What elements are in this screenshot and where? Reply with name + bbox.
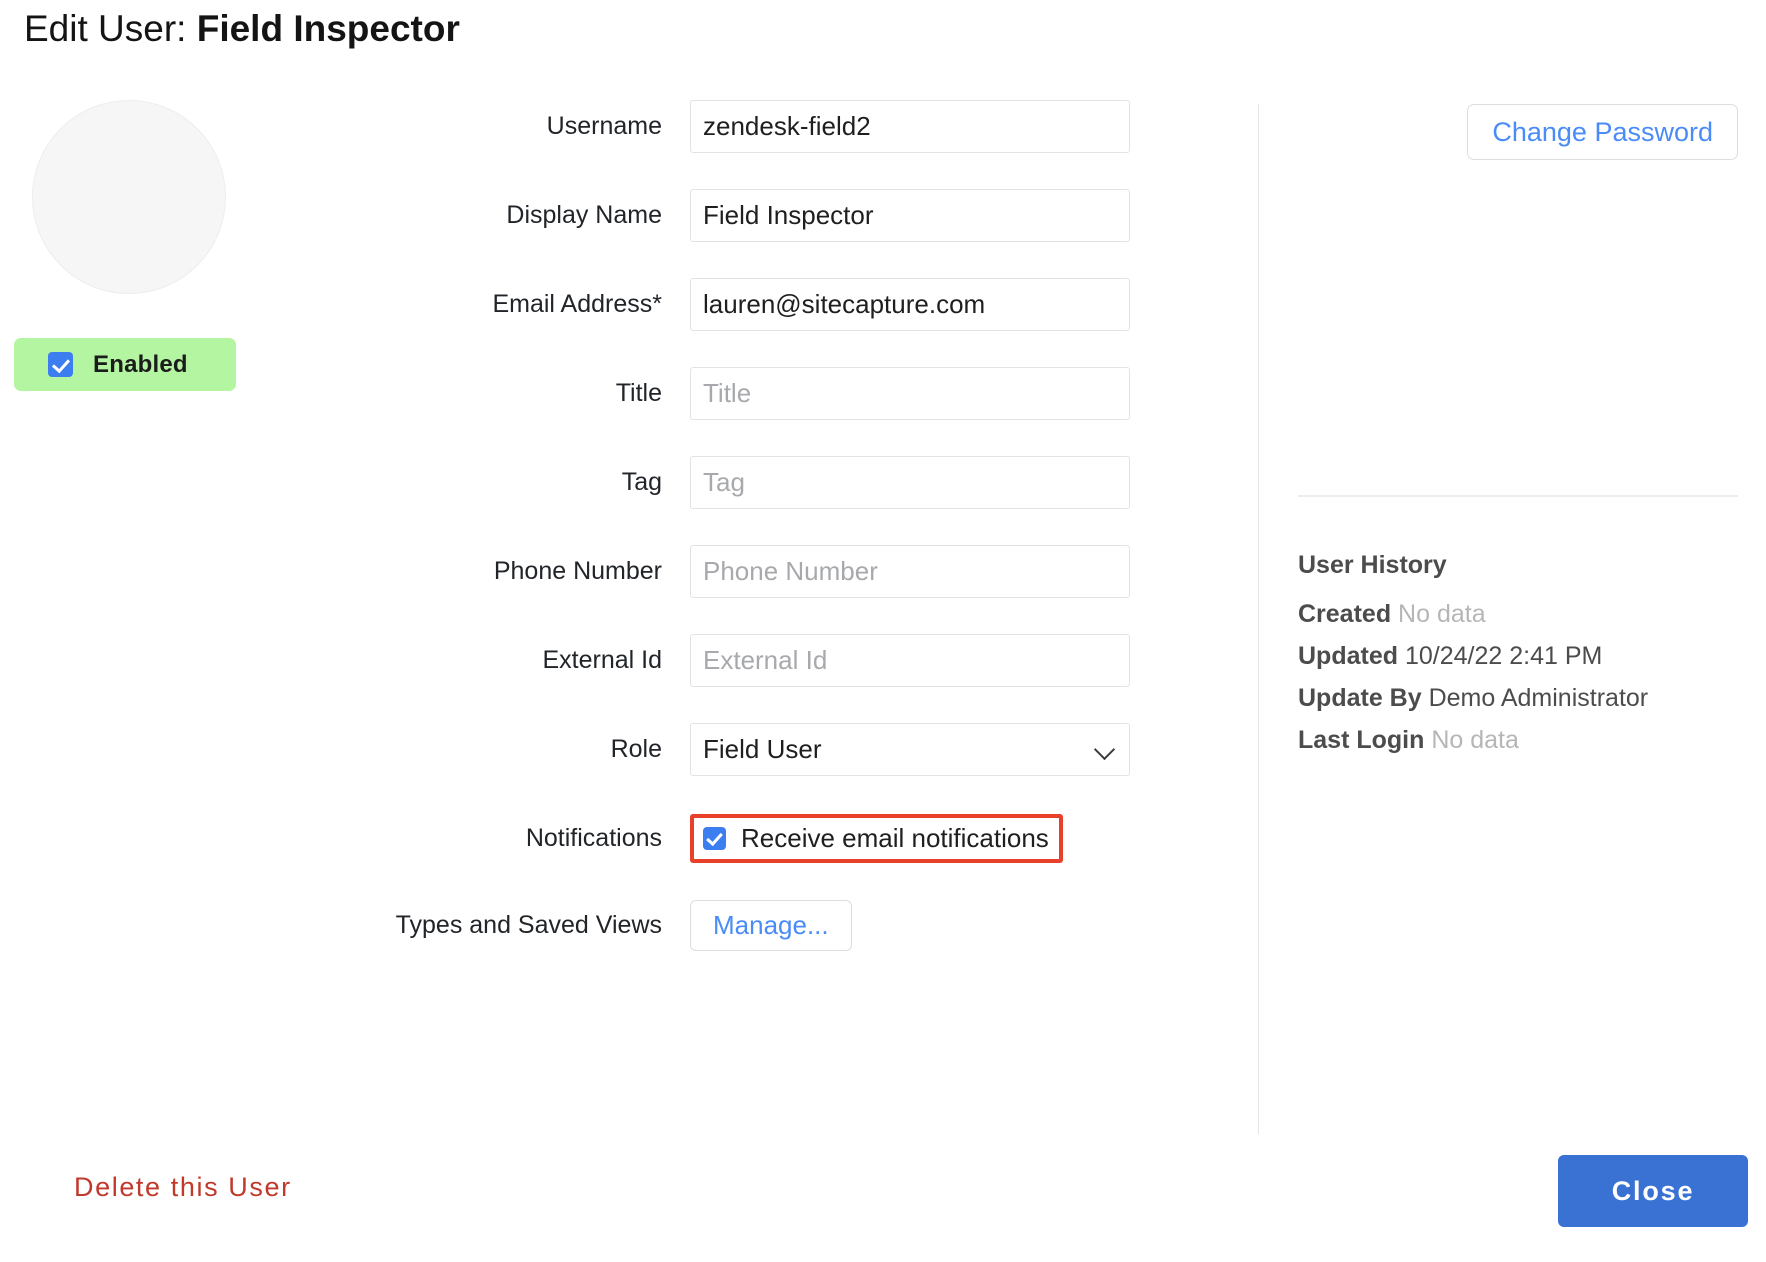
vertical-divider: [1258, 104, 1259, 1134]
form-row-display-name: Display Name: [0, 189, 1180, 242]
form-row-notifications: Notifications Receive email notification…: [0, 812, 1180, 865]
history-row-updated: Updated 10/24/22 2:41 PM: [1298, 642, 1738, 671]
history-label-last-login: Last Login: [1298, 726, 1425, 754]
receive-email-notifications-label: Receive email notifications: [741, 823, 1049, 853]
form-row-username: Username: [0, 100, 1180, 153]
label-notifications: Notifications: [525, 824, 662, 852]
notifications-highlight-box: Receive email notifications: [690, 814, 1063, 863]
form-row-role: Role: [0, 723, 1180, 776]
history-value-update-by: Demo Administrator: [1428, 684, 1649, 712]
label-types-and-saved-views: Types and Saved Views: [395, 911, 662, 939]
form-row-types-saved-views: Types and Saved Views Manage...: [0, 899, 1180, 952]
role-select-value[interactable]: [690, 723, 1130, 776]
label-role: Role: [610, 735, 662, 763]
form-row-phone: Phone Number: [0, 545, 1180, 598]
username-input[interactable]: [690, 100, 1130, 153]
user-history-title: User History: [1298, 551, 1447, 579]
delete-this-user-link[interactable]: Delete this User: [74, 1172, 292, 1203]
close-button[interactable]: Close: [1558, 1155, 1748, 1227]
tag-input[interactable]: [690, 456, 1130, 509]
label-phone-number: Phone Number: [493, 557, 662, 585]
history-row-last-login: Last Login No data: [1298, 726, 1738, 755]
change-password-row: Change Password: [1298, 104, 1738, 160]
history-label-update-by: Update By: [1298, 684, 1422, 712]
page-title: Edit User: Field Inspector: [24, 8, 460, 50]
history-row-created: Created No data: [1298, 600, 1738, 629]
user-history-section: User History Created No data Updated 10/…: [1298, 551, 1738, 755]
history-label-updated: Updated: [1298, 642, 1398, 670]
form-row-external-id: External Id: [0, 634, 1180, 687]
receive-email-notifications-checkbox[interactable]: [703, 827, 726, 850]
label-tag: Tag: [621, 468, 662, 496]
side-panel-divider: [1298, 495, 1738, 497]
form-row-title: Title: [0, 367, 1180, 420]
label-display-name: Display Name: [506, 201, 662, 229]
side-panel: Change Password User History Created No …: [1298, 104, 1738, 768]
form-row-email: Email Address*: [0, 278, 1180, 331]
role-select[interactable]: [690, 723, 1130, 776]
change-password-button[interactable]: Change Password: [1467, 104, 1738, 160]
history-value-updated: 10/24/22 2:41 PM: [1404, 642, 1603, 670]
label-username: Username: [546, 112, 662, 140]
user-form: Username Display Name Email Address* Tit…: [0, 100, 1180, 988]
page-title-username: Field Inspector: [196, 8, 460, 49]
manage-types-views-button[interactable]: Manage...: [690, 900, 852, 951]
phone-number-input[interactable]: [690, 545, 1130, 598]
label-external-id: External Id: [542, 646, 662, 674]
history-label-created: Created: [1298, 600, 1392, 628]
label-email-address: Email Address*: [492, 290, 662, 318]
title-input[interactable]: [690, 367, 1130, 420]
history-value-last-login: No data: [1431, 726, 1519, 754]
history-row-update-by: Update By Demo Administrator: [1298, 684, 1738, 713]
history-value-created: No data: [1398, 600, 1486, 628]
external-id-input[interactable]: [690, 634, 1130, 687]
display-name-input[interactable]: [690, 189, 1130, 242]
page-title-prefix: Edit User:: [24, 8, 197, 49]
label-title: Title: [615, 379, 662, 407]
email-input[interactable]: [690, 278, 1130, 331]
form-row-tag: Tag: [0, 456, 1180, 509]
